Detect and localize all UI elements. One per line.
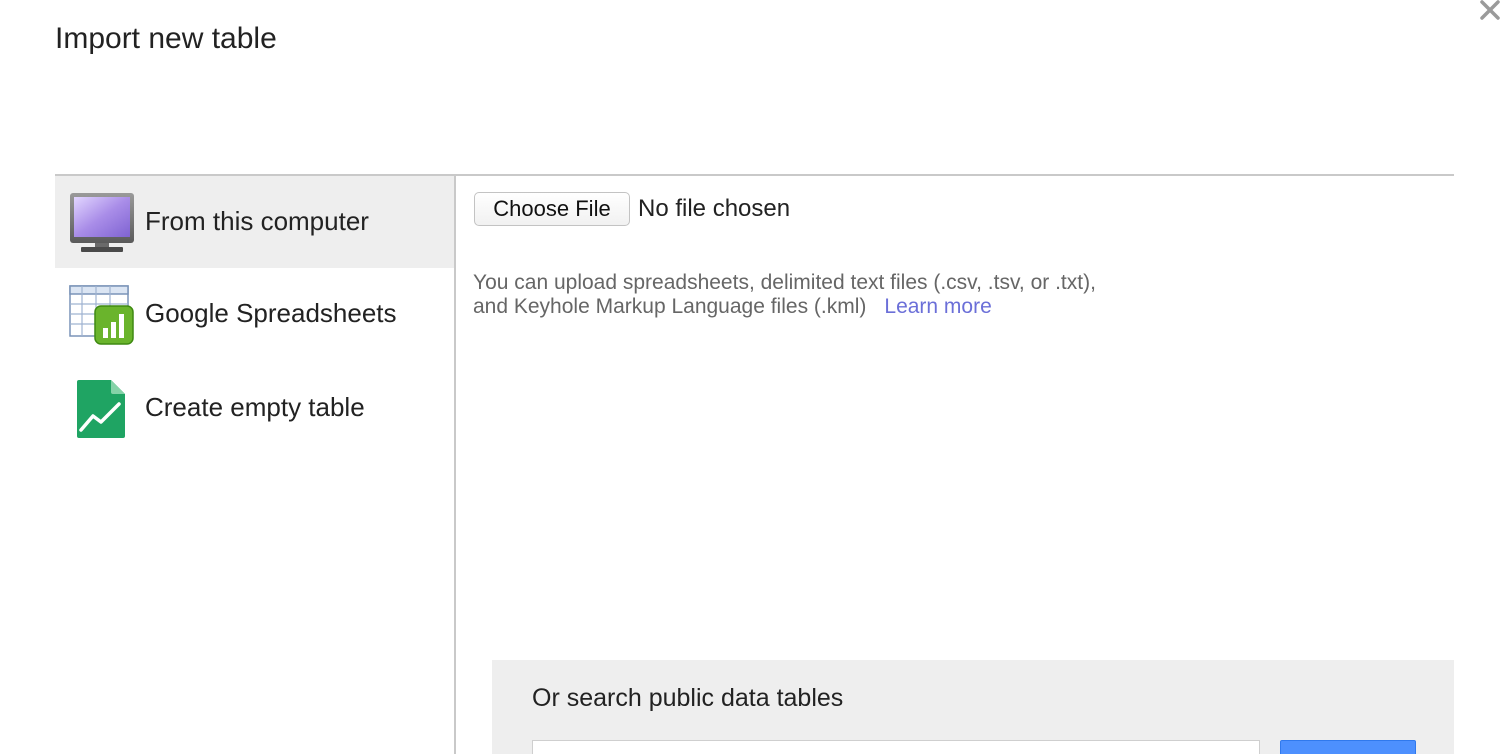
description-line-2: and Keyhole Markup Language files (.kml) [473, 295, 867, 318]
import-table-dialog: Import new table From this computer Goog… [0, 0, 1508, 754]
sidebar-item-label: Create empty table [145, 392, 365, 422]
spreadsheet-icon [69, 284, 135, 346]
panel-divider [454, 176, 456, 754]
sidebar-item-label: Google Spreadsheets [145, 298, 397, 328]
import-source-sidebar: From this computer Google Spreadsheets C… [55, 176, 454, 754]
learn-more-link[interactable]: Learn more [884, 295, 991, 318]
sidebar-item-label: From this computer [145, 206, 369, 236]
choose-file-button[interactable]: Choose File [474, 192, 630, 226]
search-panel-title: Or search public data tables [532, 684, 844, 712]
search-button[interactable] [1280, 740, 1416, 754]
monitor-icon [69, 192, 135, 254]
sidebar-item-create-empty-table[interactable]: Create empty table [55, 362, 454, 454]
empty-table-icon [69, 378, 135, 440]
sidebar-item-google-spreadsheets[interactable]: Google Spreadsheets [55, 268, 454, 360]
search-input[interactable] [532, 740, 1260, 754]
sidebar-item-from-this-computer[interactable]: From this computer [55, 176, 454, 268]
close-icon [1480, 0, 1500, 20]
upload-description: You can upload spreadsheets, delimited t… [473, 271, 1096, 319]
description-line-2-row: and Keyhole Markup Language files (.kml)… [473, 295, 1096, 319]
close-button[interactable] [1478, 0, 1508, 24]
no-file-chosen-text: No file chosen [638, 195, 791, 222]
dialog-title: Import new table [55, 22, 277, 55]
public-search-panel: Or search public data tables [492, 660, 1454, 754]
description-line-1: You can upload spreadsheets, delimited t… [473, 271, 1096, 294]
